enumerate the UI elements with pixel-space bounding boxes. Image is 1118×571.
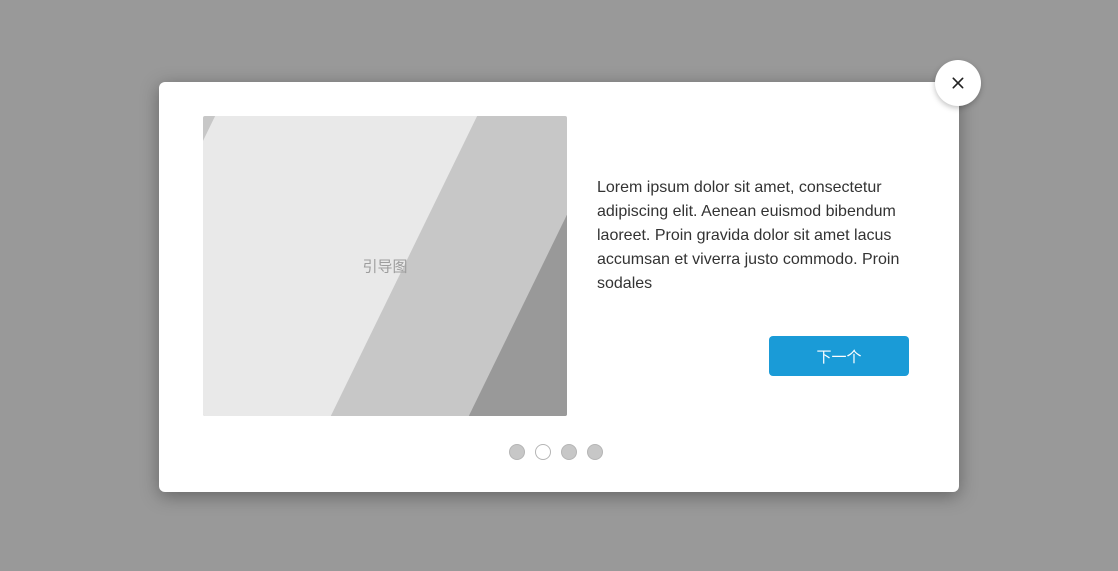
action-row: 下一个 [597, 336, 909, 376]
pager [203, 444, 909, 460]
next-button[interactable]: 下一个 [769, 336, 909, 376]
guide-image-placeholder: 引导图 [203, 116, 567, 416]
description-text: Lorem ipsum dolor sit amet, consectetur … [597, 176, 909, 296]
pager-dot-3[interactable] [561, 444, 577, 460]
text-column: Lorem ipsum dolor sit amet, consectetur … [597, 116, 909, 420]
close-icon [948, 73, 968, 93]
image-label: 引导图 [362, 256, 407, 277]
close-button[interactable] [935, 60, 981, 106]
content-row: 引导图 Lorem ipsum dolor sit amet, consecte… [203, 116, 909, 420]
onboarding-modal: 引导图 Lorem ipsum dolor sit amet, consecte… [159, 82, 959, 492]
pager-dot-1[interactable] [509, 444, 525, 460]
modal-body: 引导图 Lorem ipsum dolor sit amet, consecte… [159, 82, 959, 492]
pager-dot-4[interactable] [587, 444, 603, 460]
pager-dot-2[interactable] [535, 444, 551, 460]
